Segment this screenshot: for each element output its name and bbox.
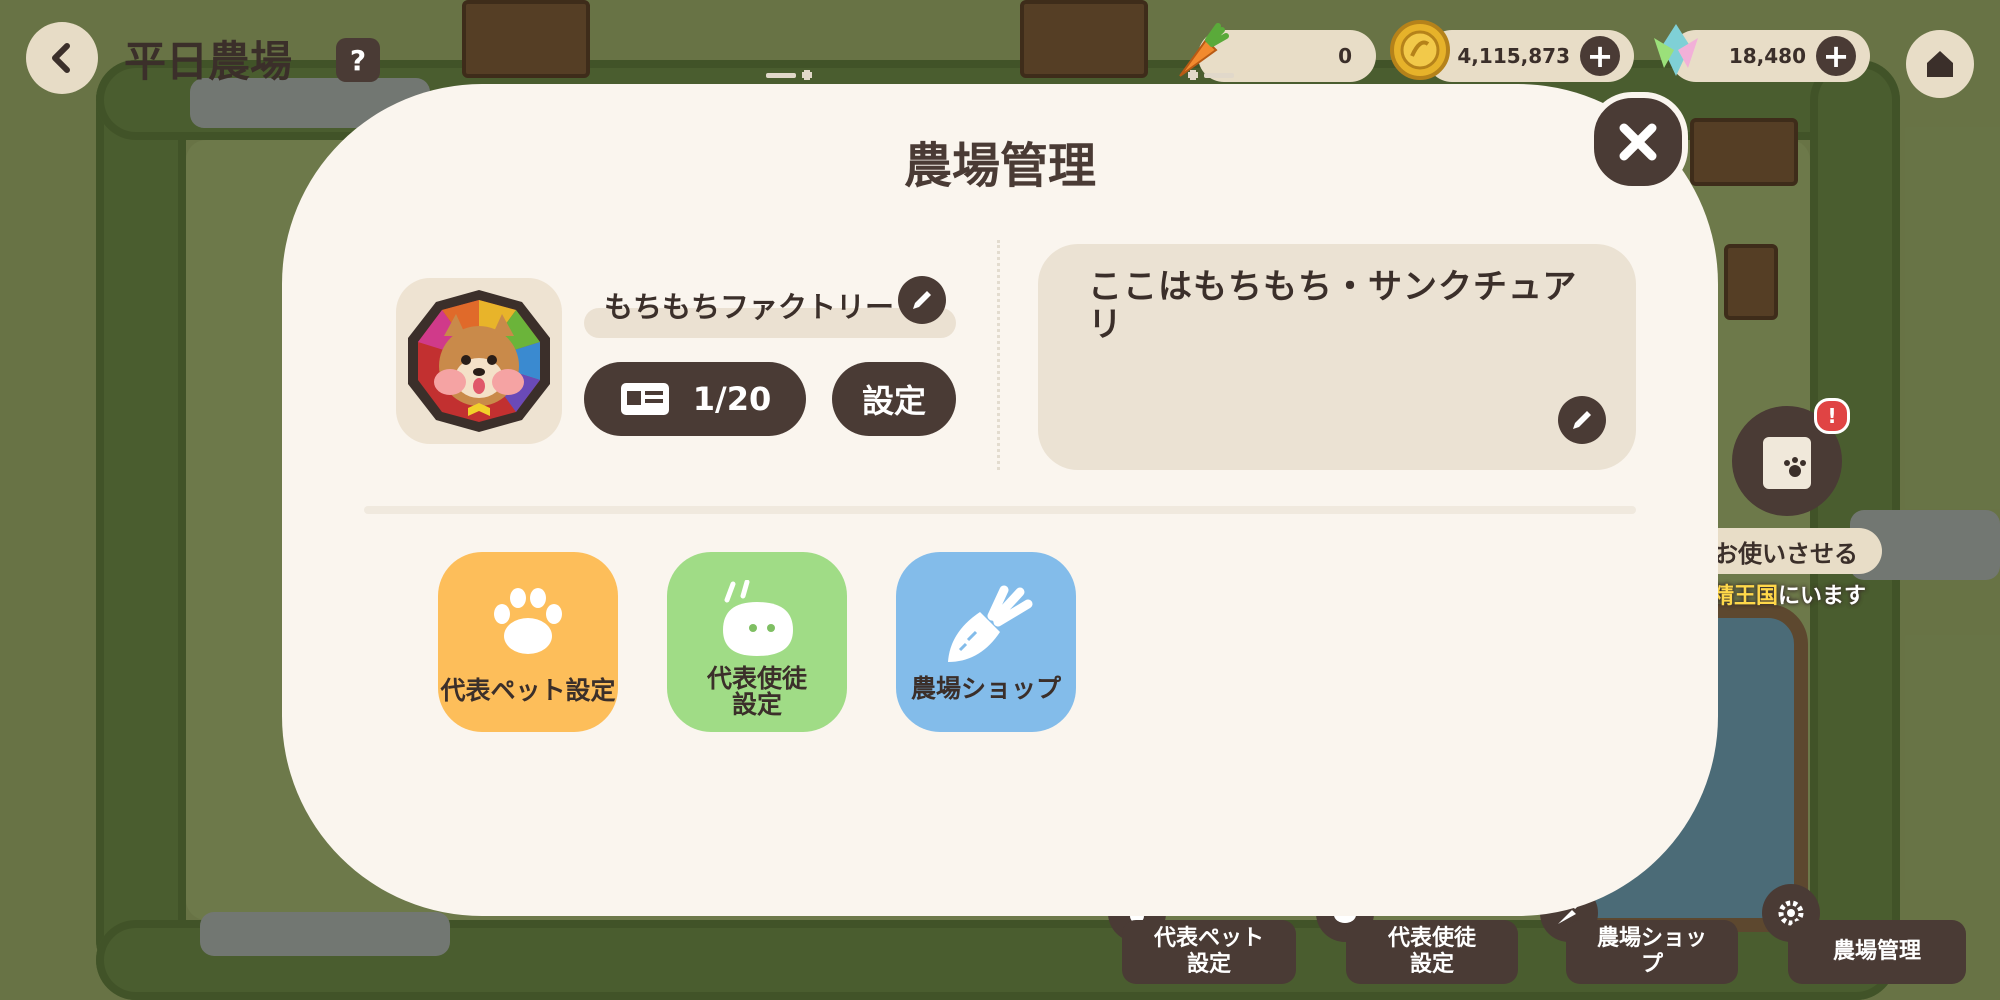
home-button[interactable] xyxy=(1906,30,1974,98)
bottom-pet-label-2: 設定 xyxy=(1186,952,1231,977)
location-suffix: にいます xyxy=(1778,584,1867,609)
house-icon xyxy=(1927,51,1953,77)
representative-servant-label-2: 設定 xyxy=(731,690,782,719)
chevron-left-icon xyxy=(52,43,70,73)
close-icon xyxy=(1619,123,1657,161)
close-button[interactable] xyxy=(1588,92,1688,192)
bottom-shop-button[interactable]: 農場ショップ xyxy=(1566,920,1738,984)
radish-icon xyxy=(948,585,1033,662)
member-count: 1/20 xyxy=(692,380,772,418)
pencil-icon xyxy=(1573,411,1591,429)
bottom-pet-label-1: 代表ペット xyxy=(1153,926,1264,951)
gold-amount: 4,115,873 xyxy=(1457,44,1570,68)
representative-servant-label: 代表使徒 設定 xyxy=(667,666,847,718)
carrot-amount: 0 xyxy=(1338,44,1352,68)
representative-servant-label-1: 代表使徒 xyxy=(706,664,807,693)
location-status: 精王国にいます xyxy=(1712,578,1866,610)
edit-description-button[interactable] xyxy=(1558,396,1606,444)
id-card-icon xyxy=(620,383,669,415)
title-decoration-left xyxy=(766,70,812,80)
location-kingdom-name: 精王国 xyxy=(1712,584,1779,609)
gold-coin-icon xyxy=(1390,20,1450,80)
add-gold-button[interactable]: + xyxy=(1580,36,1620,76)
farm-description: ここはもちもち・サンクチュアリ xyxy=(1088,267,1578,345)
pet-bag-icon xyxy=(1763,437,1811,489)
farm-avatar[interactable] xyxy=(396,278,562,444)
bottom-shop-label-1: 農場ショッ xyxy=(1596,926,1707,951)
section-divider-horizontal xyxy=(364,506,1636,514)
help-icon[interactable]: ? xyxy=(336,38,380,82)
shiba-dog-emblem-icon xyxy=(408,290,550,432)
farm-title: 平日農場 xyxy=(124,37,293,86)
farm-description-box: ここはもちもち・サンクチュアリ xyxy=(1038,244,1636,470)
bottom-shop-label-2: プ xyxy=(1640,952,1663,977)
representative-servant-settings-button[interactable]: 代表使徒 設定 xyxy=(667,552,847,732)
send-errand-button[interactable]: お使いさせる xyxy=(1690,528,1882,574)
back-button[interactable] xyxy=(26,22,98,94)
add-crystal-button[interactable]: + xyxy=(1816,36,1856,76)
member-count-button[interactable]: 1/20 xyxy=(584,362,806,436)
paw-icon xyxy=(494,588,562,654)
edit-name-button[interactable] xyxy=(898,276,946,324)
pencil-icon xyxy=(913,291,931,309)
bottom-servant-button[interactable]: 代表使徒 設定 xyxy=(1346,920,1518,984)
bottom-manage-label: 農場管理 xyxy=(1832,939,1921,964)
crystal-icon xyxy=(1654,24,1698,76)
settings-button[interactable]: 設定 xyxy=(832,362,956,436)
spirit-blob-icon xyxy=(723,580,793,656)
alert-badge: ! xyxy=(1814,398,1850,434)
title-decoration-right xyxy=(1188,70,1234,80)
gold-counter: 4,115,873 + xyxy=(1426,30,1634,82)
representative-pet-settings-button[interactable]: 代表ペット設定 xyxy=(438,552,618,732)
representative-pet-label: 代表ペット設定 xyxy=(440,676,616,705)
farm-shop-label: 農場ショップ xyxy=(910,674,1061,703)
dialog-title: 農場管理 xyxy=(903,138,1096,194)
farm-name: もちもちファクトリー xyxy=(604,290,895,324)
farm-shop-button[interactable]: 農場ショップ xyxy=(896,552,1076,732)
crystal-amount: 18,480 xyxy=(1728,44,1806,68)
bottom-servant-label-2: 設定 xyxy=(1409,952,1454,977)
bottom-manage-button[interactable]: 農場管理 xyxy=(1788,920,1966,984)
section-divider-vertical xyxy=(997,240,1000,470)
bottom-servant-label-1: 代表使徒 xyxy=(1387,926,1476,951)
farm-management-dialog xyxy=(282,84,1718,916)
bottom-pet-button[interactable]: 代表ペット 設定 xyxy=(1122,920,1296,984)
